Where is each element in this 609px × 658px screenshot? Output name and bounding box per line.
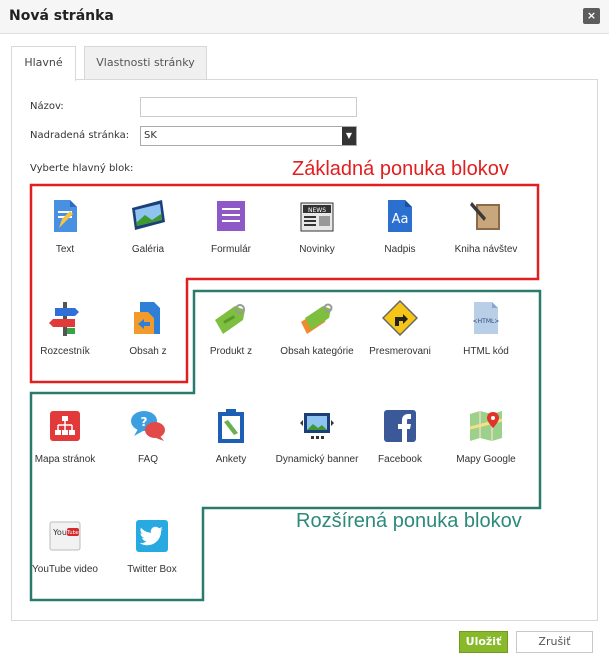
block-redirect[interactable]: Presmerovani [355,299,445,359]
block-label: HTML kód [463,346,509,357]
block-guestbook[interactable]: Kniha návštev [441,198,531,257]
block-content-from[interactable]: Obsah z [103,300,193,359]
block-label: Novinky [299,244,335,255]
tab-page-properties[interactable]: Vlastnosti stránky [84,46,207,80]
name-label: Názov: [30,101,64,112]
block-label: Twitter Box [127,564,177,575]
product-tag-icon [213,300,249,336]
tab-main[interactable]: Hlavné [11,46,76,81]
text-doc-icon [47,198,83,234]
svg-text:Tube: Tube [66,530,79,536]
content-from-icon [130,300,166,336]
block-label: YouTube video [32,564,98,575]
block-label: Ankety [215,454,247,465]
block-gallery[interactable]: Galéria [103,198,193,257]
block-label: Kniha návštev [454,244,518,255]
block-signpost[interactable]: Rozcestník [20,300,110,359]
block-label: Galéria [131,244,165,255]
dialog-title: Nová stránka [9,8,114,24]
cancel-button[interactable]: Zrušiť [516,631,593,653]
block-text[interactable]: Text [20,198,110,257]
form-icon [213,198,249,234]
google-maps-icon [468,408,504,444]
block-label: Nadpis [384,244,416,255]
save-button[interactable]: Uložiť [459,631,508,653]
block-label: FAQ [137,454,158,465]
redirect-sign-icon [381,299,419,337]
chevron-down-icon[interactable]: ▼ [342,127,356,145]
block-label: Rozcestník [40,346,90,357]
block-heading[interactable]: Aa Nadpis [355,198,445,257]
close-icon[interactable]: × [583,8,600,24]
name-input[interactable] [140,97,357,117]
block-faq[interactable]: ? FAQ [103,408,193,467]
block-label: Formulár [210,244,251,255]
svg-text:Aa: Aa [392,212,409,227]
dialog-titlebar: Nová stránka × [0,0,609,34]
svg-text:<HTML>: <HTML> [473,318,500,325]
block-news[interactable]: NEWS Novinky [272,198,362,257]
parent-page-label: Nadradená stránka: [30,130,130,141]
banner-icon [299,408,335,444]
twitter-icon [134,518,170,554]
parent-page-value: SK [144,130,157,141]
block-prompt: Vyberte hlavný blok: [30,163,134,174]
block-sitemap[interactable]: Mapa stránok [20,408,110,467]
gallery-icon [130,198,166,234]
block-dynamic-banner[interactable]: Dynamický banner [272,408,362,467]
sitemap-icon [47,408,83,444]
block-html-code[interactable]: <HTML> HTML kód [441,300,531,359]
extended-blocks-annotation: Rozšírená ponuka blokov [296,510,522,532]
block-label: Mapy Google [456,454,516,465]
svg-text:You: You [52,528,67,537]
block-google-maps[interactable]: Mapy Google [441,408,531,467]
block-twitter-box[interactable]: Twitter Box [107,518,197,577]
block-label: Facebook [378,454,422,465]
block-category-content[interactable]: Obsah kategórie [272,300,362,359]
block-label: Text [55,244,75,255]
block-label: Presmerovani [369,346,431,357]
block-label: Obsah z [129,346,167,357]
svg-text:?: ? [141,415,148,429]
svg-text:NEWS: NEWS [308,207,326,214]
youtube-icon: You Tube [47,518,83,554]
heading-icon: Aa [382,198,418,234]
block-polls[interactable]: Ankety [186,408,276,467]
block-product[interactable]: Produkt z [186,300,276,359]
basic-blocks-annotation: Základná ponuka blokov [292,158,509,180]
news-icon: NEWS [299,198,335,234]
block-label: Produkt z [209,346,253,357]
parent-page-select[interactable]: SK ▼ [140,126,357,146]
guestbook-icon [468,198,504,234]
html-file-icon: <HTML> [468,300,504,336]
faq-bubbles-icon: ? [130,408,166,444]
block-label: Mapa stránok [34,454,96,465]
signpost-icon [47,300,83,336]
block-label: Obsah kategórie [280,346,354,357]
block-label: Dynamický banner [275,454,359,465]
poll-clipboard-icon [213,408,249,444]
facebook-icon [382,408,418,444]
block-youtube[interactable]: You Tube YouTube video [20,518,110,577]
category-tags-icon [299,300,335,336]
block-form[interactable]: Formulár [186,198,276,257]
block-facebook[interactable]: Facebook [355,408,445,467]
